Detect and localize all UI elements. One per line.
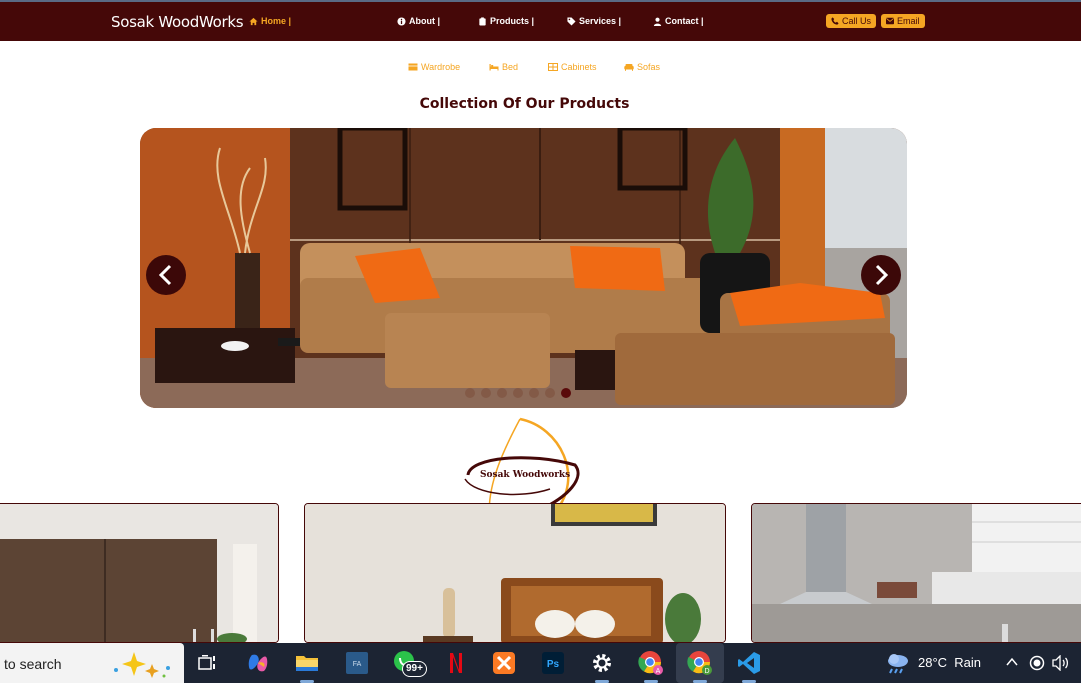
weather-rain-icon[interactable] [885, 650, 911, 676]
top-navbar: Sosak WoodWorks Home | About | Products … [0, 2, 1081, 41]
subnav-bed[interactable]: Bed [489, 62, 518, 72]
copilot-icon[interactable] [245, 650, 271, 676]
brand-name[interactable]: Sosak WoodWorks [111, 13, 244, 31]
volume-icon[interactable] [1052, 655, 1070, 671]
nav-contact-label: Contact | [665, 16, 704, 26]
chrome-profile-a-icon[interactable]: A [638, 650, 664, 676]
app-icon-fa[interactable]: FA [344, 650, 370, 676]
carousel-indicators [465, 388, 571, 398]
search-placeholder: to search [4, 656, 62, 672]
email-button[interactable]: Email [881, 14, 925, 28]
subnav-bed-label: Bed [502, 62, 519, 72]
email-label: Email [897, 16, 920, 26]
phone-icon [831, 17, 839, 25]
chevron-left-icon [158, 264, 172, 286]
section-title: Collection Of Our Products [419, 96, 630, 112]
kitchen-photo [752, 504, 1081, 642]
logo-text: Sosak Woodworks [480, 470, 571, 480]
product-card-wardrobe[interactable] [0, 503, 279, 643]
sofa-icon [624, 64, 634, 71]
carousel-dot[interactable] [545, 388, 555, 398]
subnav-cabinets-label: Cabinets [561, 62, 597, 72]
nav-services-label: Services | [579, 16, 622, 26]
product-carousel[interactable] [140, 128, 907, 408]
carousel-dot[interactable] [497, 388, 507, 398]
tag-icon [567, 16, 576, 26]
settings-gear-icon[interactable] [589, 650, 615, 676]
carousel-dot[interactable] [513, 388, 523, 398]
info-icon [397, 16, 406, 26]
chevron-up-icon[interactable] [1006, 657, 1018, 667]
nav-about-label: About | [409, 16, 441, 26]
subnav-sofas-label: Sofas [637, 62, 661, 72]
envelope-icon [886, 17, 894, 25]
weather-widget[interactable]: 28°C Rain [918, 655, 981, 670]
call-us-button[interactable]: Call Us [826, 14, 877, 28]
nav-contact[interactable]: Contact | [653, 16, 704, 26]
svg-text:FA: FA [353, 661, 362, 668]
home-icon [249, 17, 258, 25]
subnav-wardrobe[interactable]: Wardrobe [408, 62, 460, 72]
call-us-label: Call Us [842, 16, 872, 26]
windows-taskbar: to search FA 99+ Ps A D 28°C Rain [0, 643, 1081, 683]
carousel-dot[interactable] [465, 388, 475, 398]
clipboard-icon [479, 16, 486, 26]
subnav-wardrobe-label: Wardrobe [421, 62, 461, 72]
sparkle-icon [114, 652, 170, 678]
bed-icon [489, 64, 499, 71]
whatsapp-badge: 99+ [402, 661, 427, 677]
subnav-cabinets[interactable]: Cabinets [548, 62, 597, 72]
nav-about[interactable]: About | [397, 16, 440, 26]
living-room-sofa-photo [140, 128, 907, 408]
product-card-bed[interactable] [304, 503, 726, 643]
user-icon [653, 17, 662, 26]
wardrobe-photo [0, 504, 278, 642]
nav-home[interactable]: Home | [249, 16, 291, 26]
taskbar-search[interactable]: to search [0, 643, 184, 683]
netflix-icon[interactable] [443, 650, 469, 676]
nav-services[interactable]: Services | [567, 16, 621, 26]
svg-text:Ps: Ps [547, 659, 560, 670]
weather-temp: 28°C [918, 655, 948, 670]
nav-products[interactable]: Products | [478, 16, 534, 26]
carousel-dot-active[interactable] [561, 388, 571, 398]
file-explorer-icon[interactable] [294, 650, 320, 676]
carousel-dot[interactable] [529, 388, 539, 398]
cabinet-icon [548, 63, 558, 71]
svg-text:D: D [704, 668, 709, 675]
carousel-next-button[interactable] [861, 255, 901, 295]
chevron-right-icon [875, 264, 889, 286]
weather-desc: Rain [954, 655, 982, 670]
carousel-dot[interactable] [481, 388, 491, 398]
record-icon[interactable] [1029, 655, 1045, 671]
product-card-kitchen[interactable] [751, 503, 1081, 643]
subnav-sofas[interactable]: Sofas [624, 62, 660, 72]
wardrobe-icon [408, 63, 418, 71]
bed-photo [305, 504, 725, 642]
chrome-profile-d-icon[interactable]: D [687, 650, 713, 676]
svg-text:A: A [656, 668, 661, 675]
carousel-prev-button[interactable] [146, 255, 186, 295]
nav-home-label: Home | [261, 16, 292, 26]
task-view-icon[interactable] [195, 650, 221, 676]
vscode-icon[interactable] [736, 650, 762, 676]
nav-products-label: Products | [490, 16, 535, 26]
photoshop-icon[interactable]: Ps [540, 650, 566, 676]
xampp-icon[interactable] [491, 650, 517, 676]
